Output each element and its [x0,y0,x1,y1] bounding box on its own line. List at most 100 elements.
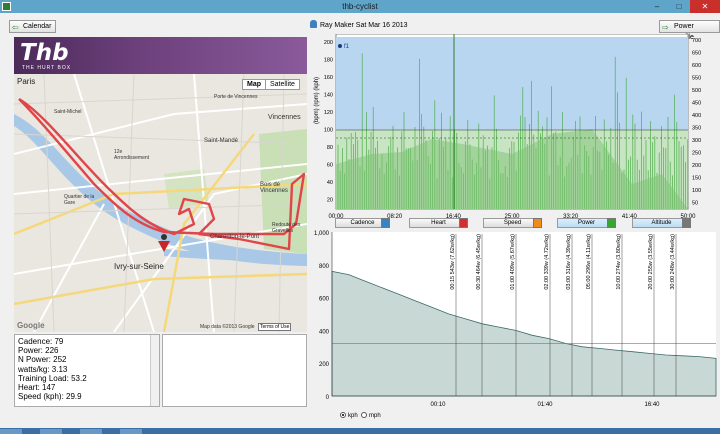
calendar-button[interactable]: ⇦ Calendar [9,20,57,33]
pp-x-tick-label: 00:10 [430,402,446,408]
pp-annotation-label: 10:00 274w (3.80w/kg) [616,234,622,290]
right-tick-label: 350 [692,126,701,132]
ride-title: Ray Maker Sat Mar 16 2013 [310,20,408,29]
radio-kph[interactable] [340,412,346,418]
power-profile-button[interactable]: ⇨ Power Profile [659,20,720,41]
map-label-12e: 12e Arrondissement [114,149,150,161]
stat-speed: Speed (kph): 29.9 [18,392,82,402]
map-label-saint-mande: Saint-Mandé [204,138,239,144]
cadence-swatch [381,218,390,228]
speed-swatch [533,218,542,228]
left-axis-ticks: 200 180 160 140 120 100 80 60 40 20 [324,40,333,204]
toggle-power-label: Power [577,220,595,226]
pp-annotation-label: 00:15 543w (7.62w/kg) [450,234,456,290]
taskbar-item[interactable] [40,429,62,434]
pp-y-tick-label: 400 [319,329,330,335]
taskbar-item[interactable] [0,429,22,434]
map-label-bois: Bois de Vincennes [260,182,288,194]
right-tick-label: 200 [692,163,701,169]
google-logo: Google [17,321,45,330]
map-label-porte: Porte de Vincennes [214,94,258,100]
right-tick-label: 250 [692,151,701,157]
units-selector: kph mph [340,412,381,419]
pp-annotation-label: 30:00 248w (3.44w/kg) [670,234,676,290]
pp-annotation-label: 00:30 464w (6.45w/kg) [476,234,482,290]
heart-swatch [459,218,468,228]
right-tick-label: 650 [692,51,701,57]
right-tick-label: 550 [692,76,701,82]
marker-label: f1 [344,44,350,50]
left-tick-label: 180 [324,58,333,64]
toggle-speed[interactable]: Speed [483,218,542,228]
pp-y-tick-label: 200 [319,362,330,368]
map-attribution: Map data ©2013 Google [200,324,255,330]
right-tick-label: 500 [692,88,701,94]
pp-annotation-label: 03:00 316w (4.39w/kg) [566,234,572,290]
pp-y-tick-label: 600 [319,297,330,303]
right-tick-label: 700 [692,38,701,44]
stat-npower: N Power: 252 [18,355,67,365]
terms-link[interactable]: Terms of Use [258,323,292,331]
stat-power: Power: 226 [18,346,59,356]
mph-label: mph [369,413,381,419]
right-tick-label: 600 [692,63,701,69]
tab-satellite[interactable]: Satellite [266,80,299,89]
forward-arrow-icon: ⇨ [662,23,669,32]
right-tick-label: 100 [692,188,701,194]
right-tick-label: 450 [692,101,701,107]
pp-x-tick-label: 01:40 [537,402,553,408]
toggle-cadence[interactable]: Cadence [335,218,390,228]
user-icon [310,20,317,28]
left-tick-label: 60 [327,163,333,169]
toggle-heart[interactable]: Heart [409,218,468,228]
kph-label: kph [348,413,358,419]
right-tick-label: 300 [692,138,701,144]
map-label-quartier: Quartier de la Gare [64,194,95,206]
stat-cadence: Cadence: 79 [18,337,64,346]
left-tick-label: 80 [327,145,333,151]
altitude-swatch [682,218,691,228]
title-bar: thb-cyclist – □ ✕ [0,0,720,13]
logo-subtitle: THE HURT BOX [22,65,72,71]
map-type-tabs: Map Satellite [242,79,300,90]
left-axis-label: (bpm) (rpm) (kph) [314,77,320,124]
pp-annotation-label: 20:00 255w (3.55w/kg) [648,234,654,290]
ride-label: Ray Maker Sat Mar 16 2013 [320,22,408,29]
stats-scrollbar[interactable] [150,335,159,406]
left-tick-label: 200 [324,40,333,46]
pp-annotation-label: 01:00 409w (5.67w/kg) [510,234,516,290]
pp-x-axis-ticks: 00:10 01:40 16:40 [430,402,660,408]
taskbar-item[interactable] [80,429,102,434]
toggle-altitude[interactable]: Altitude [632,218,691,228]
taskbar-item[interactable] [120,429,142,434]
toggle-altitude-label: Altitude [651,220,672,226]
map-label-saint-michel: Saint-Michel [54,109,82,115]
right-tick-label: 400 [692,113,701,119]
power-profile-chart[interactable]: 1,000 800 600 400 200 0 00:10 01:40 16:40 00:15… [310,228,720,410]
radio-mph[interactable] [361,412,368,418]
toggle-speed-label: Speed [503,220,522,226]
minimize-button[interactable]: – [646,0,668,13]
maximize-button[interactable]: □ [668,0,690,13]
calendar-button-label: Calendar [23,23,52,30]
toggle-power[interactable]: Power [557,218,616,228]
stat-training-load: Training Load: 53.2 [18,373,87,383]
ride-chart[interactable]: f1 (bpm) (rpm) (kph) 200 180 160 140 120 100 8… [312,34,718,230]
toggle-cadence-label: Cadence [350,220,375,226]
right-tick-label: 50 [692,201,698,207]
route-map[interactable]: Map Satellite Paris Vincennes Saint-Mand… [14,74,307,332]
logo-text: Thb [20,40,69,66]
ride-stats-list[interactable]: Cadence: 79 Power: 226 N Power: 252 watt… [14,334,160,407]
pp-y-axis-ticks: 1,000 800 600 400 200 0 [314,231,330,401]
left-tick-label: 20 [327,198,333,204]
close-button[interactable]: ✕ [690,0,720,13]
tab-map[interactable]: Map [243,80,266,89]
window-title: thb-cyclist [342,2,378,11]
left-tick-label: 120 [324,110,333,116]
pp-x-tick-label: 16:40 [644,402,660,408]
pp-y-tick-label: 800 [319,264,330,270]
stat-heart: Heart: 147 [18,383,56,393]
left-tick-label: 140 [324,93,333,99]
right-tick-label: 150 [692,176,701,182]
toggle-heart-label: Heart [431,220,446,226]
